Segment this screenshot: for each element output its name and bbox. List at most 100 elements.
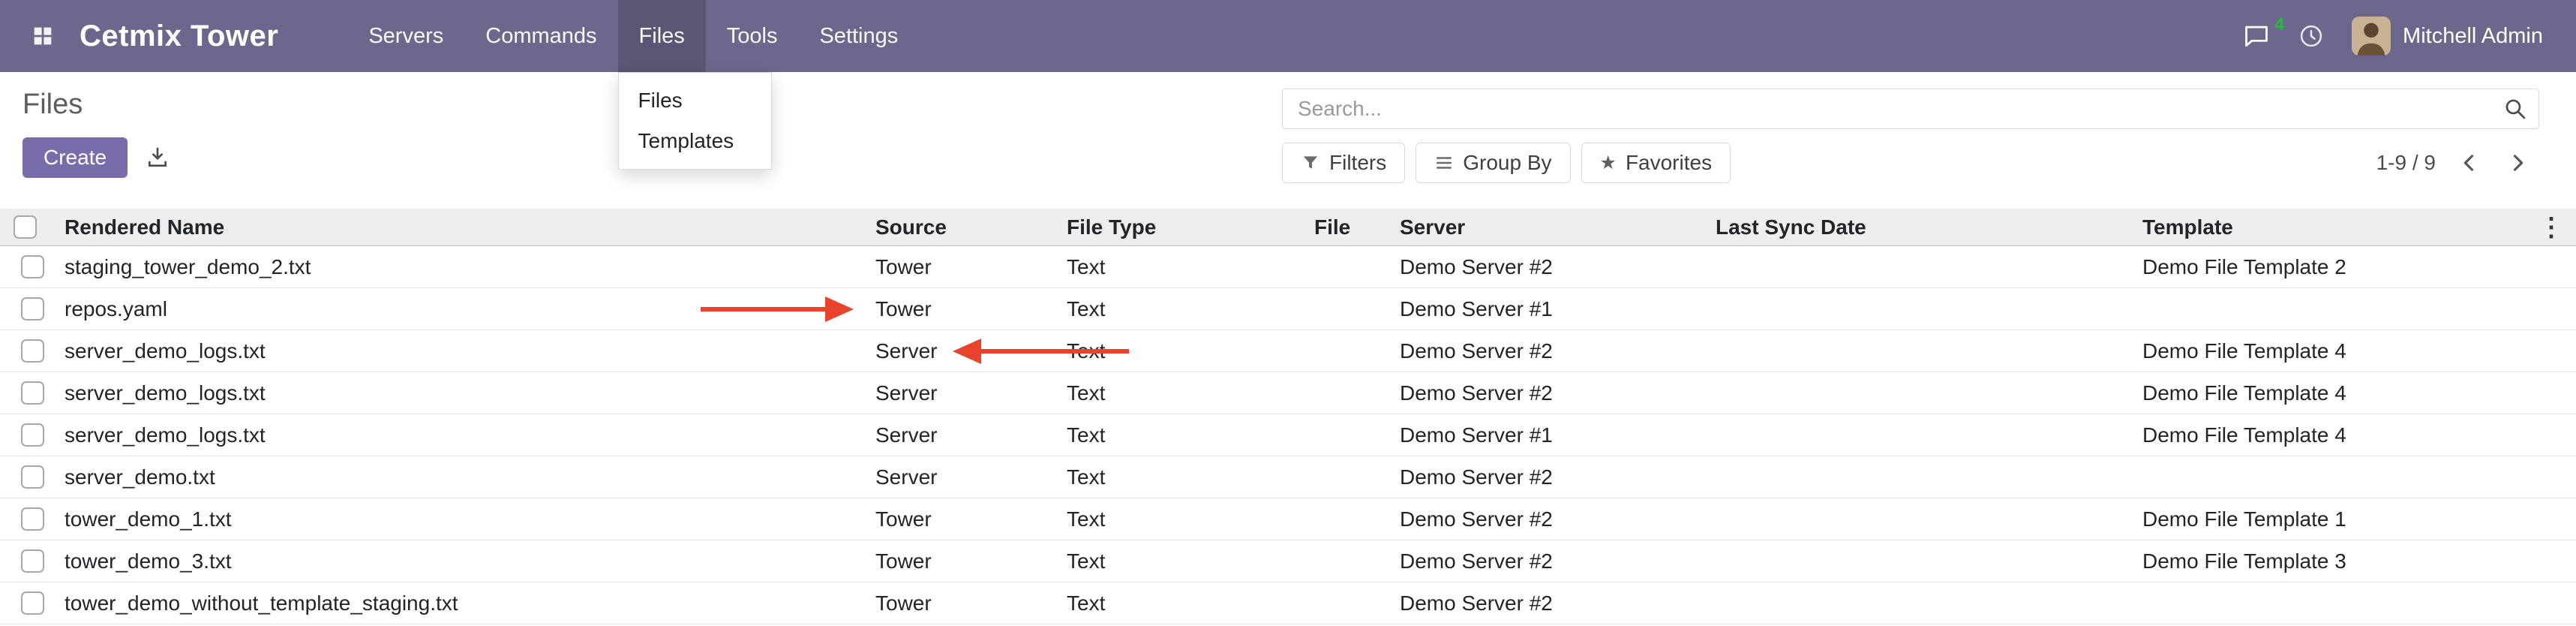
cell-template: Demo File Template 1 <box>2127 507 2529 531</box>
user-name: Mitchell Admin <box>2403 24 2543 49</box>
nav-item-files-label: Files <box>639 24 685 49</box>
cell-rendered-name: tower_demo_3.txt <box>50 549 860 573</box>
table-row[interactable]: tower_demo_1.txt Tower Text Demo Server … <box>0 498 2576 540</box>
filters-button[interactable]: Filters <box>1282 143 1405 183</box>
cell-source: Tower <box>860 297 1052 321</box>
star-icon: ★ <box>1600 154 1617 173</box>
row-checkbox[interactable] <box>21 339 44 363</box>
messages-count-badge: 4 <box>2274 14 2284 35</box>
row-checkbox-cell <box>0 255 50 278</box>
brand-title[interactable]: Cetmix Tower <box>80 0 278 72</box>
cell-server: Demo Server #2 <box>1385 591 1701 615</box>
search-options-row: Filters Group By ★ Favorites 1-9 / 9 <box>1282 143 2539 183</box>
cell-file-type: Text <box>1052 507 1299 531</box>
files-list-table: Rendered Name Source File Type File Serv… <box>0 209 2576 624</box>
upload-button[interactable] <box>135 137 180 178</box>
avatar <box>2352 17 2391 56</box>
row-checkbox-cell <box>0 339 50 363</box>
row-checkbox-cell <box>0 465 50 489</box>
cell-server: Demo Server #1 <box>1385 423 1701 447</box>
navbar: Cetmix Tower Servers Commands Files File… <box>0 0 2576 72</box>
search-button[interactable] <box>2502 96 2528 122</box>
nav-item-servers[interactable]: Servers <box>347 0 464 72</box>
cell-rendered-name: server_demo.txt <box>50 465 860 489</box>
files-dropdown-menu: Files Templates <box>618 72 772 170</box>
column-header-rendered-name[interactable]: Rendered Name <box>50 215 860 239</box>
cell-source: Server <box>860 339 1052 363</box>
column-header-file[interactable]: File <box>1299 215 1385 239</box>
row-checkbox[interactable] <box>21 465 44 489</box>
column-header-server[interactable]: Server <box>1385 215 1701 239</box>
cell-template: Demo File Template 4 <box>2127 339 2529 363</box>
table-row[interactable]: server_demo_logs.txt Server Text Demo Se… <box>0 372 2576 414</box>
row-checkbox-cell <box>0 423 50 447</box>
pager-next-button[interactable] <box>2496 150 2539 176</box>
column-header-source[interactable]: Source <box>860 215 1052 239</box>
column-header-last-sync-date[interactable]: Last Sync Date <box>1701 215 2127 239</box>
group-by-label: Group By <box>1463 151 1551 175</box>
apps-menu-button[interactable] <box>21 0 65 72</box>
row-checkbox-cell <box>0 507 50 531</box>
create-button[interactable]: Create <box>23 137 128 178</box>
select-all-checkbox[interactable] <box>14 215 37 239</box>
row-checkbox[interactable] <box>21 423 44 447</box>
nav-item-commands[interactable]: Commands <box>464 0 617 72</box>
favorites-button[interactable]: ★ Favorites <box>1581 143 1731 183</box>
cell-template: Demo File Template 4 <box>2127 423 2529 447</box>
pager-range[interactable]: 1-9 / 9 <box>2369 151 2443 175</box>
cell-rendered-name: server_demo_logs.txt <box>50 381 860 405</box>
row-checkbox[interactable] <box>21 381 44 405</box>
cell-server: Demo Server #2 <box>1385 339 1701 363</box>
group-by-button[interactable]: Group By <box>1416 143 1570 183</box>
table-row[interactable]: tower_demo_without_template_staging.txt … <box>0 582 2576 624</box>
table-row[interactable]: staging_tower_demo_2.txt Tower Text Demo… <box>0 246 2576 288</box>
pager-previous-button[interactable] <box>2448 150 2491 176</box>
row-checkbox[interactable] <box>21 297 44 321</box>
table-row[interactable]: server_demo_logs.txt Server Text Demo Se… <box>0 330 2576 372</box>
nav-item-tools[interactable]: Tools <box>706 0 799 72</box>
row-checkbox-cell <box>0 549 50 573</box>
row-checkbox[interactable] <box>21 507 44 531</box>
search-icon <box>2502 96 2528 122</box>
group-by-bars-icon <box>1434 153 1454 173</box>
table-row[interactable]: server_demo.txt Server Text Demo Server … <box>0 456 2576 498</box>
row-checkbox[interactable] <box>21 549 44 573</box>
row-checkbox-cell <box>0 381 50 405</box>
dropdown-item-files[interactable]: Files <box>619 80 771 121</box>
cell-server: Demo Server #1 <box>1385 297 1701 321</box>
cell-server: Demo Server #2 <box>1385 381 1701 405</box>
cell-source: Server <box>860 381 1052 405</box>
cell-template: Demo File Template 2 <box>2127 255 2529 279</box>
row-checkbox[interactable] <box>21 255 44 278</box>
cell-server: Demo Server #2 <box>1385 465 1701 489</box>
filter-buttons: Filters Group By ★ Favorites <box>1282 143 1731 183</box>
search-input[interactable] <box>1298 97 2502 121</box>
table-row[interactable]: tower_demo_3.txt Tower Text Demo Server … <box>0 540 2576 582</box>
cell-source: Tower <box>860 255 1052 279</box>
table-row[interactable]: repos.yaml Tower Text Demo Server #1 <box>0 288 2576 330</box>
row-checkbox[interactable] <box>21 591 44 615</box>
cell-file-type: Text <box>1052 549 1299 573</box>
cell-server: Demo Server #2 <box>1385 255 1701 279</box>
dropdown-item-templates[interactable]: Templates <box>619 121 771 161</box>
cell-rendered-name: staging_tower_demo_2.txt <box>50 255 860 279</box>
cell-file-type: Text <box>1052 381 1299 405</box>
table-body: staging_tower_demo_2.txt Tower Text Demo… <box>0 246 2576 624</box>
messages-button[interactable]: 4 <box>2242 22 2271 50</box>
control-panel-left: Files Create <box>23 72 180 209</box>
nav-item-settings[interactable]: Settings <box>798 0 919 72</box>
favorites-label: Favorites <box>1626 151 1712 175</box>
column-header-file-type[interactable]: File Type <box>1052 215 1299 239</box>
cell-server: Demo Server #2 <box>1385 507 1701 531</box>
nav-item-files[interactable]: Files Files Templates <box>618 0 706 72</box>
pager: 1-9 / 9 <box>2369 150 2539 176</box>
cell-file-type: Text <box>1052 465 1299 489</box>
cell-file-type: Text <box>1052 423 1299 447</box>
user-menu[interactable]: Mitchell Admin <box>2352 17 2543 56</box>
main-menu: Servers Commands Files Files Templates T… <box>347 0 919 72</box>
table-row[interactable]: server_demo_logs.txt Server Text Demo Se… <box>0 414 2576 456</box>
cell-rendered-name: server_demo_logs.txt <box>50 339 860 363</box>
column-options-button[interactable]: ⋮ <box>2529 215 2576 240</box>
activities-button[interactable] <box>2298 23 2325 50</box>
column-header-template[interactable]: Template <box>2127 215 2529 239</box>
